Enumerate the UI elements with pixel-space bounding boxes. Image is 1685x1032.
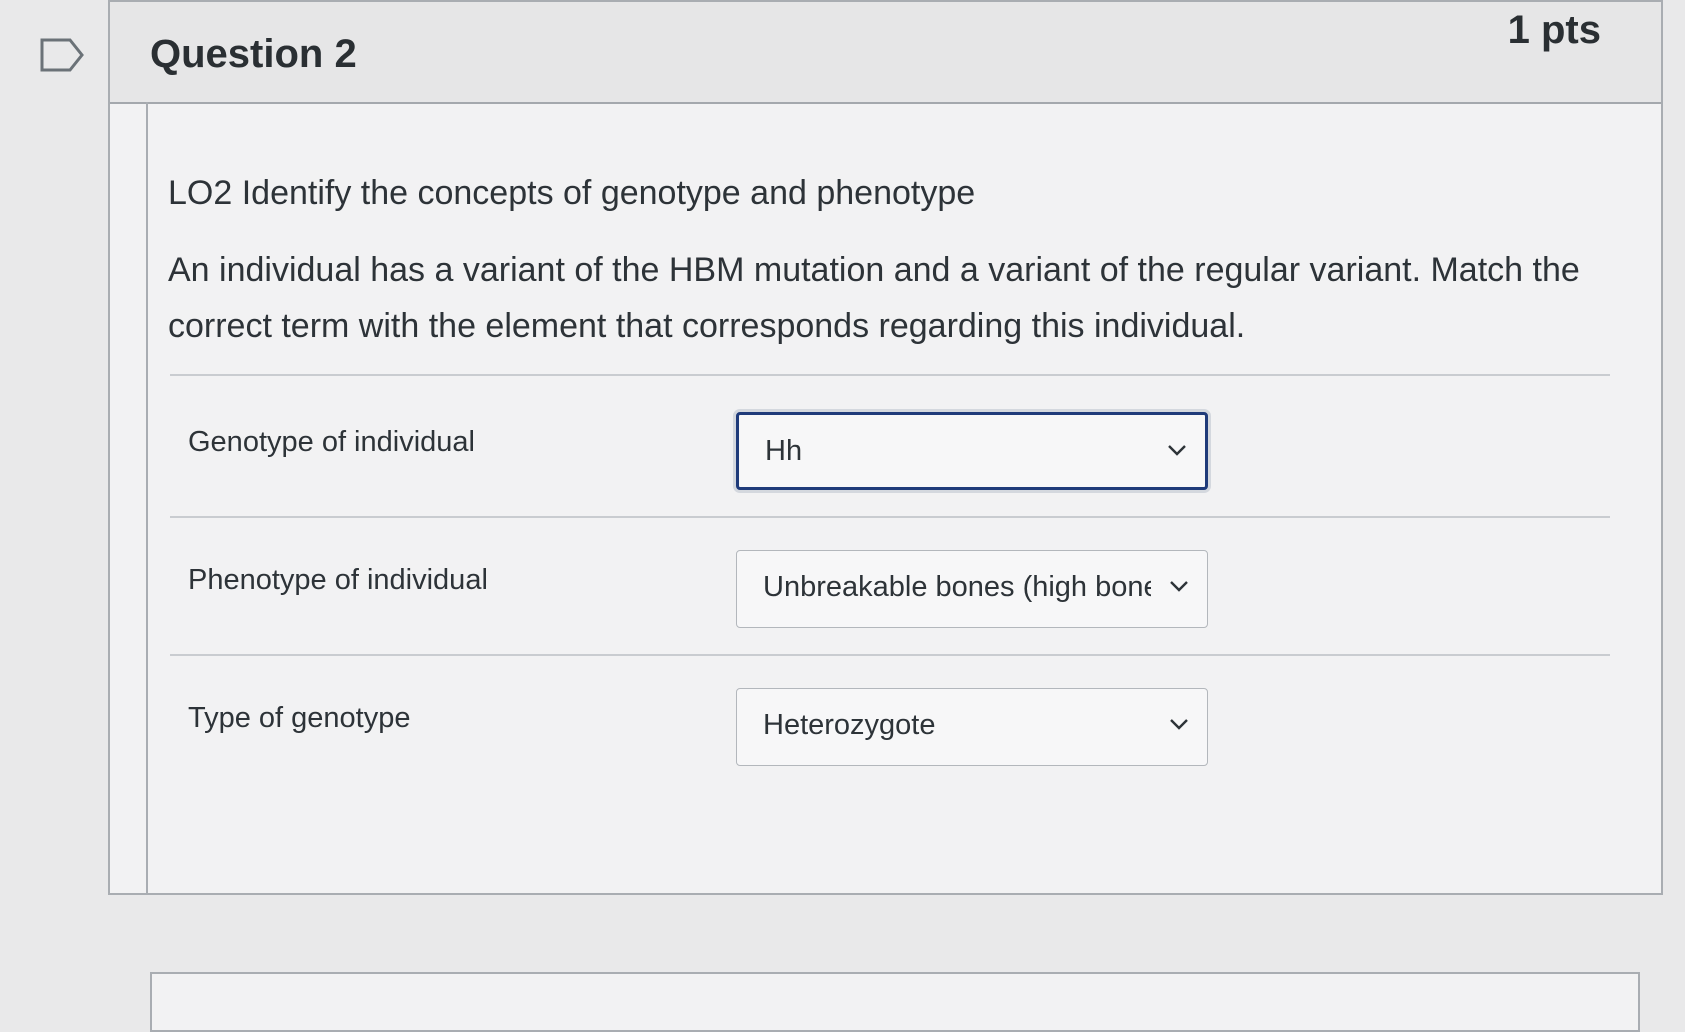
question-body: LO2 Identify the concepts of genotype an… [146,102,1631,893]
match-row-genotype-type: Type of genotype Heterozygote [148,688,1628,778]
divider [170,654,1610,656]
genotype-type-select[interactable]: Heterozygote [736,688,1208,766]
divider [170,374,1610,376]
learning-objective: LO2 Identify the concepts of genotype an… [168,174,976,212]
phenotype-select[interactable]: Unbreakable bones (high bone [736,550,1208,628]
select-value: Hh [765,435,803,467]
match-label: Phenotype of individual [188,564,488,596]
question-prompt: An individual has a variant of the HBM m… [168,251,1580,345]
next-question-card [150,972,1640,1032]
question-card: Question 2 1 pts LO2 Identify the concep… [108,0,1663,895]
match-label: Genotype of individual [188,426,475,458]
select-value: Heterozygote [763,709,936,741]
genotype-select[interactable]: Hh [736,412,1208,490]
chevron-down-icon [1170,719,1188,730]
flag-question-icon[interactable] [40,38,84,72]
match-row-phenotype: Phenotype of individual Unbreakable bone… [148,550,1628,640]
select-value: Unbreakable bones (high bone [763,571,1151,603]
match-row-genotype: Genotype of individual Hh [148,412,1628,502]
divider [170,516,1610,518]
match-label: Type of genotype [188,702,411,734]
question-title: Question 2 [150,32,357,76]
chevron-down-icon [1170,581,1188,592]
question-header: Question 2 1 pts [110,2,1661,104]
chevron-down-icon [1168,445,1186,456]
question-points: 1 pts [1507,8,1601,52]
